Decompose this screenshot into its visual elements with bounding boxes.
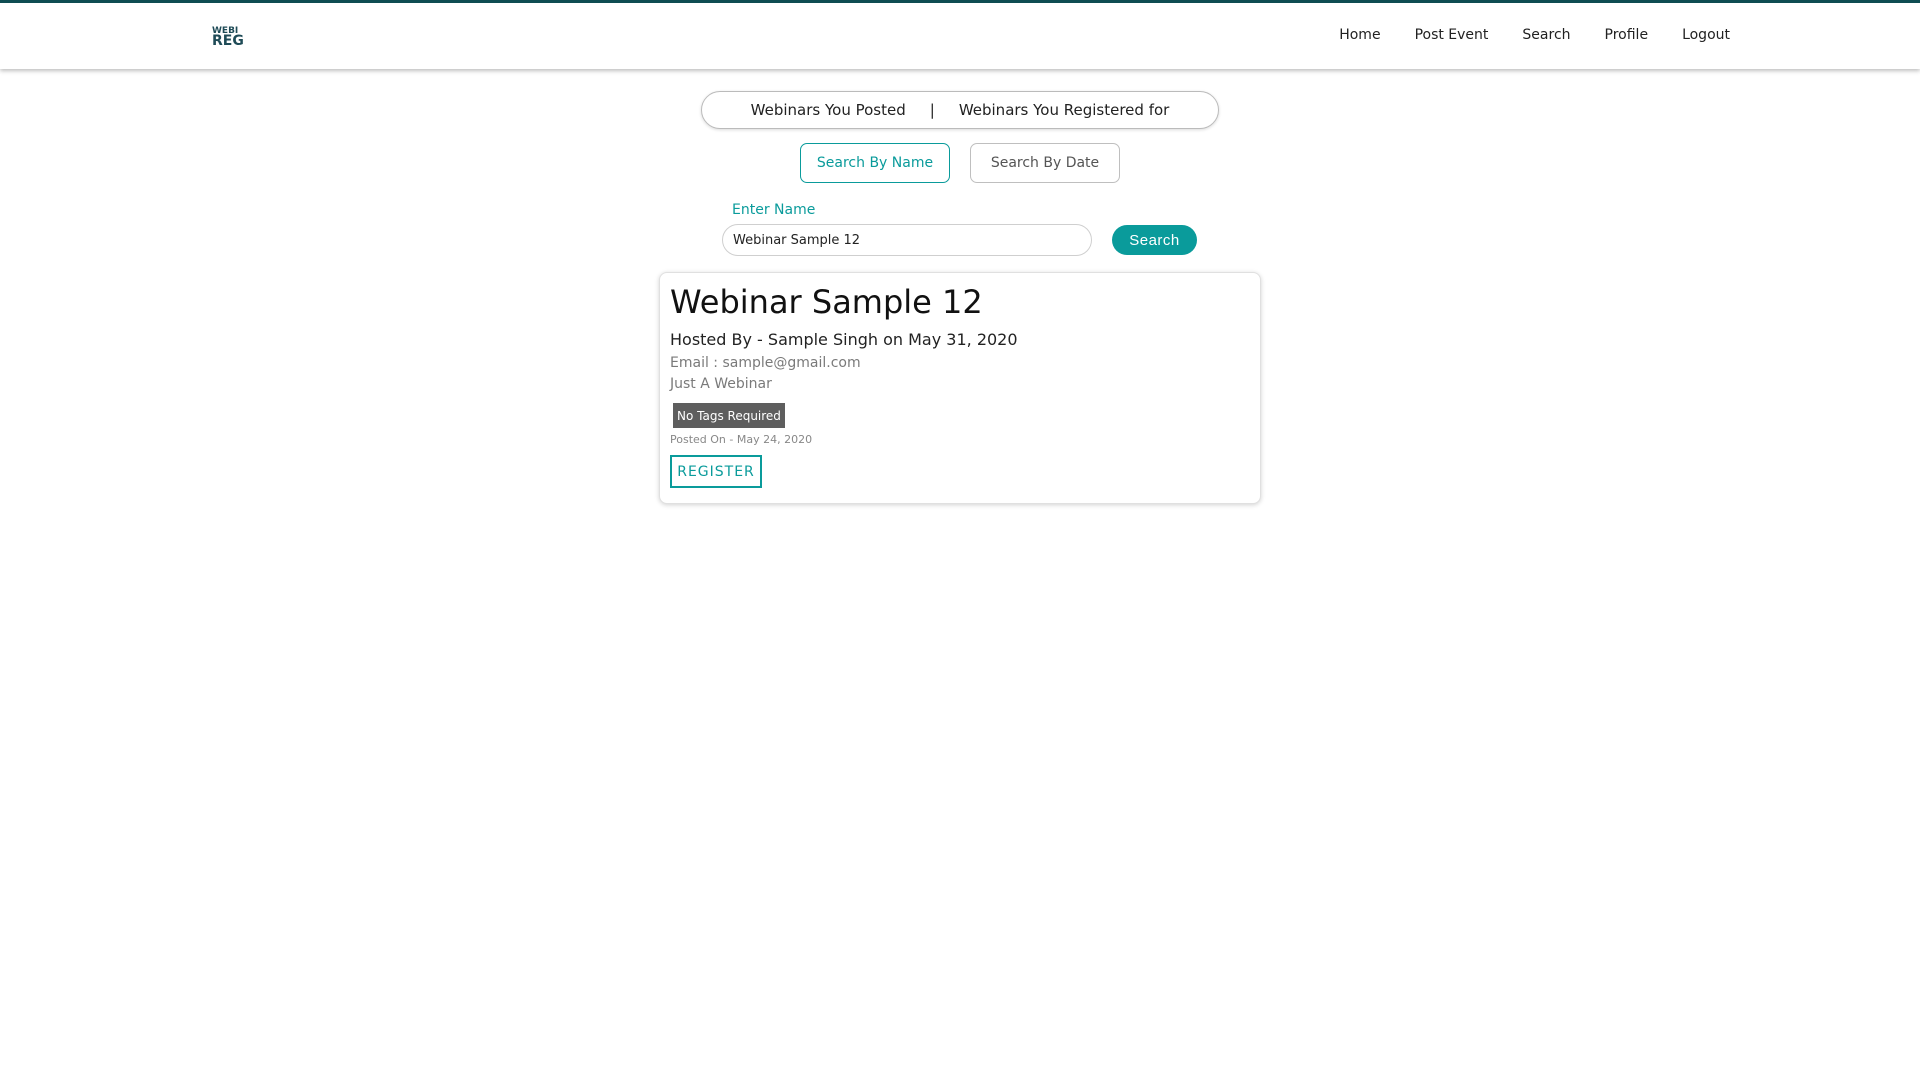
nav-home[interactable]: Home xyxy=(1339,27,1380,43)
register-button[interactable]: REGISTER xyxy=(670,455,762,488)
enter-name-label: Enter Name xyxy=(732,202,816,218)
toggle-separator: | xyxy=(929,101,935,119)
nav-post-event[interactable]: Post Event xyxy=(1415,27,1489,43)
webinar-list-toggle: Webinars You Posted | Webinars You Regis… xyxy=(701,91,1219,129)
search-by-name-button[interactable]: Search By Name xyxy=(800,143,950,183)
webinar-host-date: Hosted By - Sample Singh on May 31, 2020 xyxy=(670,330,1018,349)
webinar-posted-date: Posted On - May 24, 2020 xyxy=(670,433,813,446)
webinar-description: Just A Webinar xyxy=(670,376,772,392)
name-search-input[interactable] xyxy=(722,224,1092,256)
webinars-registered-option[interactable]: Webinars You Registered for xyxy=(959,101,1170,119)
webinar-tag-badge: No Tags Required xyxy=(673,403,785,428)
webireg-logo[interactable]: WEBI REG xyxy=(212,26,246,51)
nav-profile[interactable]: Profile xyxy=(1605,27,1649,43)
logo-line-2: REG xyxy=(212,33,244,50)
nav-links: Home Post Event Search Profile Logout xyxy=(1305,27,1730,43)
top-navbar: WEBI REG Home Post Event Search Profile … xyxy=(0,0,1920,69)
webinar-result-card: Webinar Sample 12 Hosted By - Sample Sin… xyxy=(659,272,1261,504)
search-button[interactable]: Search xyxy=(1112,225,1197,255)
webinars-posted-option[interactable]: Webinars You Posted xyxy=(751,101,906,119)
search-by-date-button[interactable]: Search By Date xyxy=(970,143,1120,183)
nav-search[interactable]: Search xyxy=(1522,27,1570,43)
webinar-email: Email : sample@gmail.com xyxy=(670,355,861,371)
webinar-title: Webinar Sample 12 xyxy=(670,283,983,321)
nav-logout[interactable]: Logout xyxy=(1682,27,1730,43)
